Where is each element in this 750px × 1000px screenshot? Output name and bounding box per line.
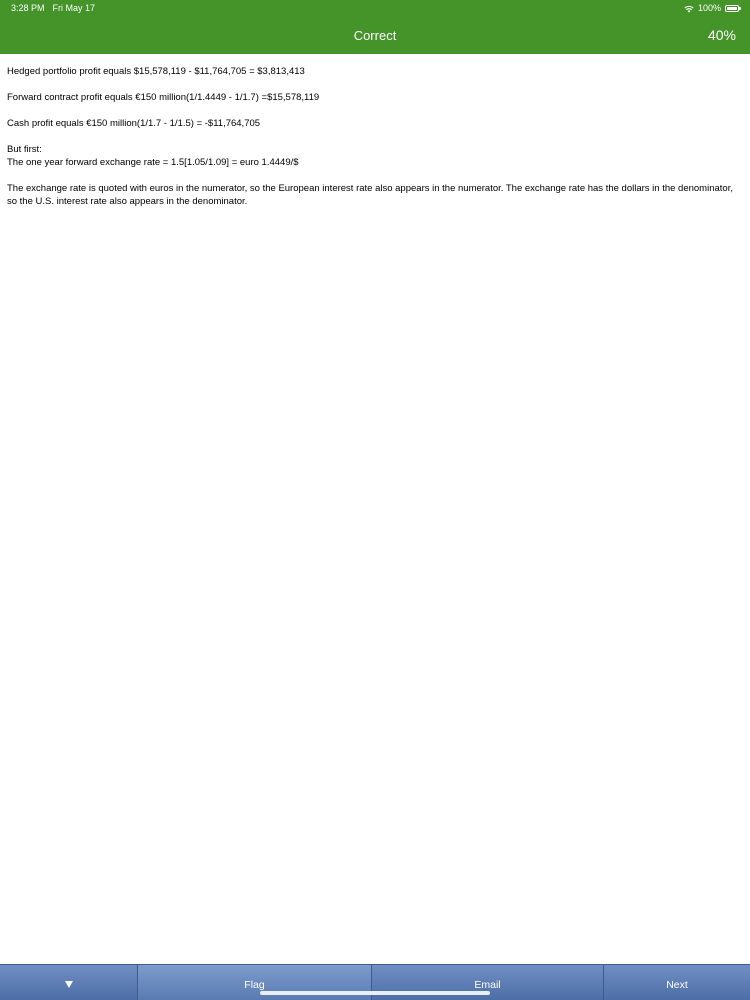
explanation-cash-profit: Cash profit equals €150 million(1/1.7 - …: [7, 118, 261, 129]
explanation-forward-rate-block: But first: The one year forward exchange…: [7, 143, 735, 169]
email-button-label: Email: [474, 978, 501, 991]
chevron-down-icon: [64, 981, 73, 988]
collapse-button[interactable]: [0, 965, 138, 1000]
wifi-icon: [684, 5, 694, 13]
battery-icon: [725, 5, 741, 12]
status-indicators: 100%: [684, 3, 741, 14]
battery-percent: 100%: [697, 3, 721, 13]
next-button-label: Next: [666, 978, 688, 991]
explanation-exchange-rate-note: The exchange rate is quoted with euros i…: [7, 183, 733, 207]
header: 3:28 PM Fri May 17 100% Correct 40%: [0, 0, 750, 54]
explanation-forward-rate: The one year forward exchange rate = 1.5…: [7, 157, 299, 168]
page-title: Correct: [353, 28, 397, 43]
explanation-but-first: But first:: [7, 144, 42, 155]
explanation-hedged-profit: Hedged portfolio profit equals $15,578,1…: [7, 66, 305, 77]
score-percent: 40%: [707, 27, 736, 43]
screen: 3:28 PM Fri May 17 100% Correct 40% Hedge…: [0, 0, 750, 1000]
status-date: Fri May 17: [52, 3, 96, 13]
next-button[interactable]: Next: [604, 965, 750, 1000]
status-time-text: 3:28 PM: [11, 3, 45, 13]
status-time: 3:28 PM Fri May 17: [11, 3, 95, 14]
explanation-forward-profit: Forward contract profit equals €150 mill…: [7, 92, 320, 103]
home-indicator[interactable]: [260, 991, 490, 995]
flag-button-label: Flag: [244, 978, 265, 991]
explanation-content: Hedged portfolio profit equals $15,578,1…: [7, 65, 735, 221]
